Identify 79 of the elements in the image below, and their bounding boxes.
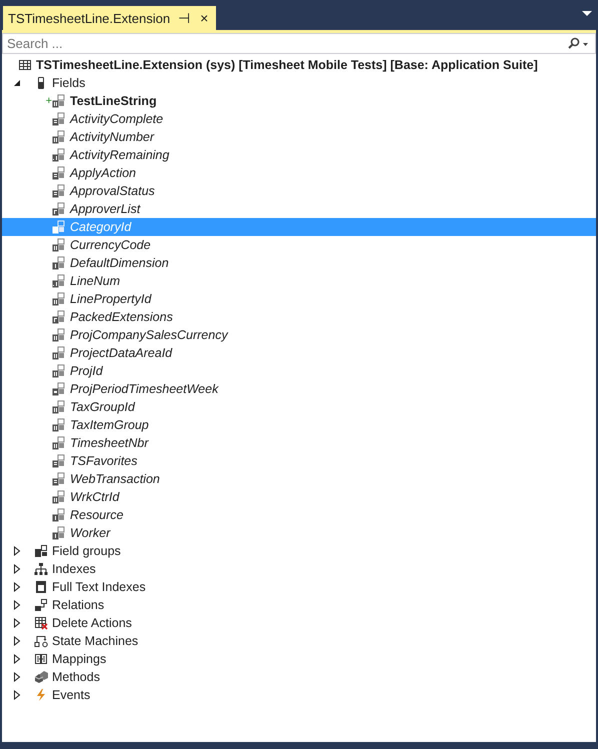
search-field[interactable]: Search ... [2,33,596,54]
field-icon [52,130,66,144]
field-icon [52,364,66,378]
field-item[interactable]: ProjId [66,364,103,378]
dropdown-icon[interactable] [580,8,594,18]
field-icon [52,256,66,270]
field-item[interactable]: DefaultDimension [66,256,169,270]
field-item[interactable]: Worker [66,526,110,540]
field-icon [52,418,66,432]
field-item[interactable]: ApproverList [66,202,140,216]
tab-title: TSTimesheetLine.Extension [8,10,170,26]
field-item[interactable]: ProjectDataAreaId [66,346,172,360]
field-item[interactable]: LinePropertyId [66,292,152,306]
field-item[interactable]: ActivityRemaining [66,148,170,162]
field-icon [52,490,66,504]
field-icon [52,454,66,468]
added-mark: + [44,95,52,107]
field-icon [52,508,66,522]
field-item[interactable]: ApplyAction [66,166,136,180]
field-icon [52,274,66,288]
tree-item[interactable]: Events [48,688,90,702]
field-icon [52,220,66,234]
cubes-icon [34,670,48,684]
delete-table-icon [34,616,48,630]
tree-item[interactable]: Relations [48,598,104,612]
relation-icon [34,598,48,612]
tree-item[interactable]: Indexes [48,562,96,576]
field-item[interactable]: TaxGroupId [66,400,135,414]
field-item[interactable]: TimesheetNbr [66,436,148,450]
field-item[interactable]: ActivityComplete [66,112,164,126]
field-item[interactable]: ProjCompanySalesCurrency [66,328,228,342]
field-item[interactable]: TSFavorites [66,454,138,468]
field-icon [52,112,66,126]
hierarchy-icon [34,562,48,576]
field-icon [52,94,66,108]
field-icon [52,148,66,162]
tree-item[interactable]: TSTimesheetLine.Extension (sys) [Timesheet Mobile Tests] [Base: Application Suite] [32,58,538,72]
field-item[interactable]: TaxItemGroup [66,418,149,432]
field-icon [52,400,66,414]
field-icon [52,436,66,450]
field-item[interactable]: WebTransaction [66,472,160,486]
document-icon [34,580,48,594]
field-icon [52,202,66,216]
field-item[interactable]: ActivityNumber [66,130,154,144]
tree-item[interactable]: Full Text Indexes [48,580,146,594]
field-item[interactable]: Resource [66,508,124,522]
field-icon [52,310,66,324]
tree-item[interactable]: Fields [48,76,86,90]
field-icon [52,526,66,540]
tree-item[interactable]: Field groups [48,544,121,558]
mapping-icon [34,652,48,666]
state-machine-icon [34,634,48,648]
field-icon [52,292,66,306]
field-item[interactable]: PackedExtensions [66,310,173,324]
document-tab[interactable]: TSTimesheetLine.Extension ⊣ × [3,6,216,30]
close-button[interactable]: × [198,10,210,26]
field-item[interactable]: TestLineString [66,94,157,108]
search-icon[interactable] [567,36,589,50]
table-icon [18,58,32,72]
field-item[interactable]: WrkCtrId [66,490,120,504]
field-icon [52,472,66,486]
field-item[interactable]: ApprovalStatus [66,184,155,198]
field-icon [52,238,66,252]
field-item[interactable]: CurrencyCode [66,238,151,252]
field-icon [52,184,66,198]
tree-item[interactable]: Methods [48,670,100,684]
tree-item[interactable]: Delete Actions [48,616,132,630]
pin-button[interactable]: ⊣ [176,10,192,26]
search-input[interactable]: Search ... [3,36,567,51]
field-icon [52,346,66,360]
tree-item[interactable]: Mappings [48,652,106,666]
field-item[interactable]: ProjPeriodTimesheetWeek [66,382,218,396]
tree-item[interactable]: State Machines [48,634,138,648]
field-icon [52,166,66,180]
field-icon [52,328,66,342]
field-icon [52,382,66,396]
field-item[interactable]: LineNum [66,274,120,288]
lightning-icon [34,688,48,702]
field-group-icon [34,544,48,558]
